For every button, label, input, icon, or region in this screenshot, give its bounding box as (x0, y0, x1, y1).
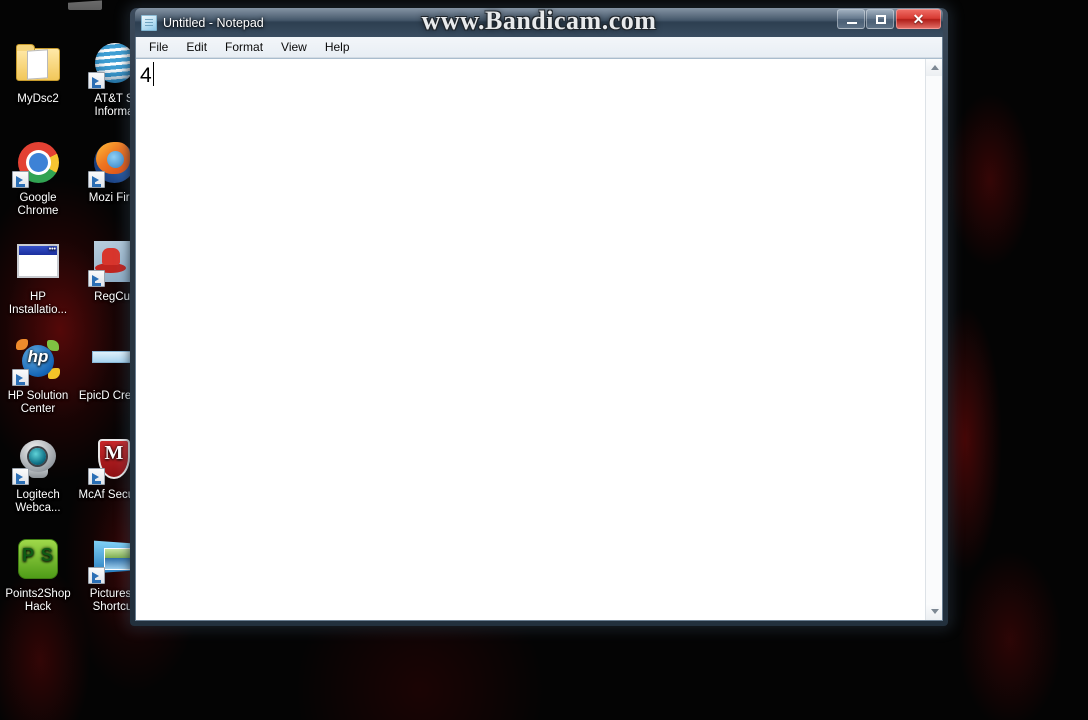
close-button[interactable]: ✕ (896, 9, 941, 29)
partial-cut-off-icon (68, 0, 102, 10)
desktop-icon-hp-solution-center[interactable]: HP Solution Center (0, 333, 76, 422)
hp-logo-icon (12, 337, 62, 386)
desktop-icon-label: Logitech Webca... (15, 489, 61, 514)
text-caret (152, 62, 154, 86)
menu-item-file[interactable]: File (140, 38, 177, 57)
shortcut-arrow-icon (88, 171, 105, 188)
shortcut-arrow-icon (12, 171, 29, 188)
maximize-icon (876, 15, 886, 24)
shortcut-arrow-icon (88, 468, 105, 485)
minimize-icon (847, 22, 857, 24)
window-controls: ✕ (836, 9, 941, 29)
desktop-icon-label: Points2Shop Hack (5, 588, 71, 613)
shortcut-arrow-icon (12, 369, 29, 386)
folder-icon (14, 40, 62, 88)
scroll-down-button[interactable] (926, 603, 942, 620)
desktop-icon-points2shop-hack[interactable]: Points2Shop Hack (0, 531, 76, 620)
notepad-window[interactable]: Untitled - Notepad www.Bandicam.com ✕ Fi… (130, 8, 948, 626)
notepad-edit-area[interactable]: 4 (136, 58, 942, 620)
maximize-button[interactable] (866, 9, 894, 29)
notepad-menubar: File Edit Format View Help (136, 37, 942, 58)
scroll-up-icon (931, 65, 939, 70)
document-text: 4 (140, 64, 152, 87)
vertical-scrollbar[interactable] (925, 59, 942, 620)
notepad-client-area: File Edit Format View Help 4 (135, 37, 943, 621)
desktop-icon-label: Google Chrome (17, 192, 59, 217)
shortcut-arrow-icon (88, 270, 105, 287)
shortcut-arrow-icon (88, 567, 105, 584)
desktop-icon-google-chrome[interactable]: Google Chrome (0, 135, 76, 224)
scroll-up-button[interactable] (926, 59, 942, 76)
desktop-icon-label: HP Solution Center (7, 390, 69, 415)
desktop-icon-label: MyDsc2 (17, 93, 59, 105)
desktop-icon-label: HP Installatio... (8, 291, 68, 316)
desktop-icon-hp-installation[interactable]: HP Installatio... (0, 234, 76, 323)
menu-item-format[interactable]: Format (216, 38, 272, 57)
desktop-icon-logitech-webcam[interactable]: Logitech Webca... (0, 432, 76, 521)
window-title: Untitled - Notepad (163, 15, 264, 30)
desktop-icon-mydsc2[interactable]: MyDsc2 (0, 36, 76, 125)
google-chrome-icon (12, 139, 62, 188)
window-icon (14, 238, 62, 286)
desktop[interactable]: MyDsc2 AT&T S Informa Google Chrome Mozi… (0, 0, 1088, 720)
points2shop-icon (14, 535, 62, 583)
minimize-button[interactable] (837, 9, 865, 29)
webcam-icon (12, 436, 62, 485)
notepad-text-content[interactable]: 4 (136, 59, 925, 620)
menu-item-view[interactable]: View (272, 38, 316, 57)
menu-item-edit[interactable]: Edit (177, 38, 216, 57)
close-icon: ✕ (912, 11, 925, 27)
notepad-titlebar[interactable]: Untitled - Notepad www.Bandicam.com ✕ (135, 8, 943, 37)
notepad-icon (141, 14, 157, 31)
shortcut-arrow-icon (12, 468, 29, 485)
scrollbar-track[interactable] (926, 76, 942, 603)
shortcut-arrow-icon (88, 72, 105, 89)
scroll-down-icon (931, 609, 939, 614)
menu-item-help[interactable]: Help (316, 38, 359, 57)
